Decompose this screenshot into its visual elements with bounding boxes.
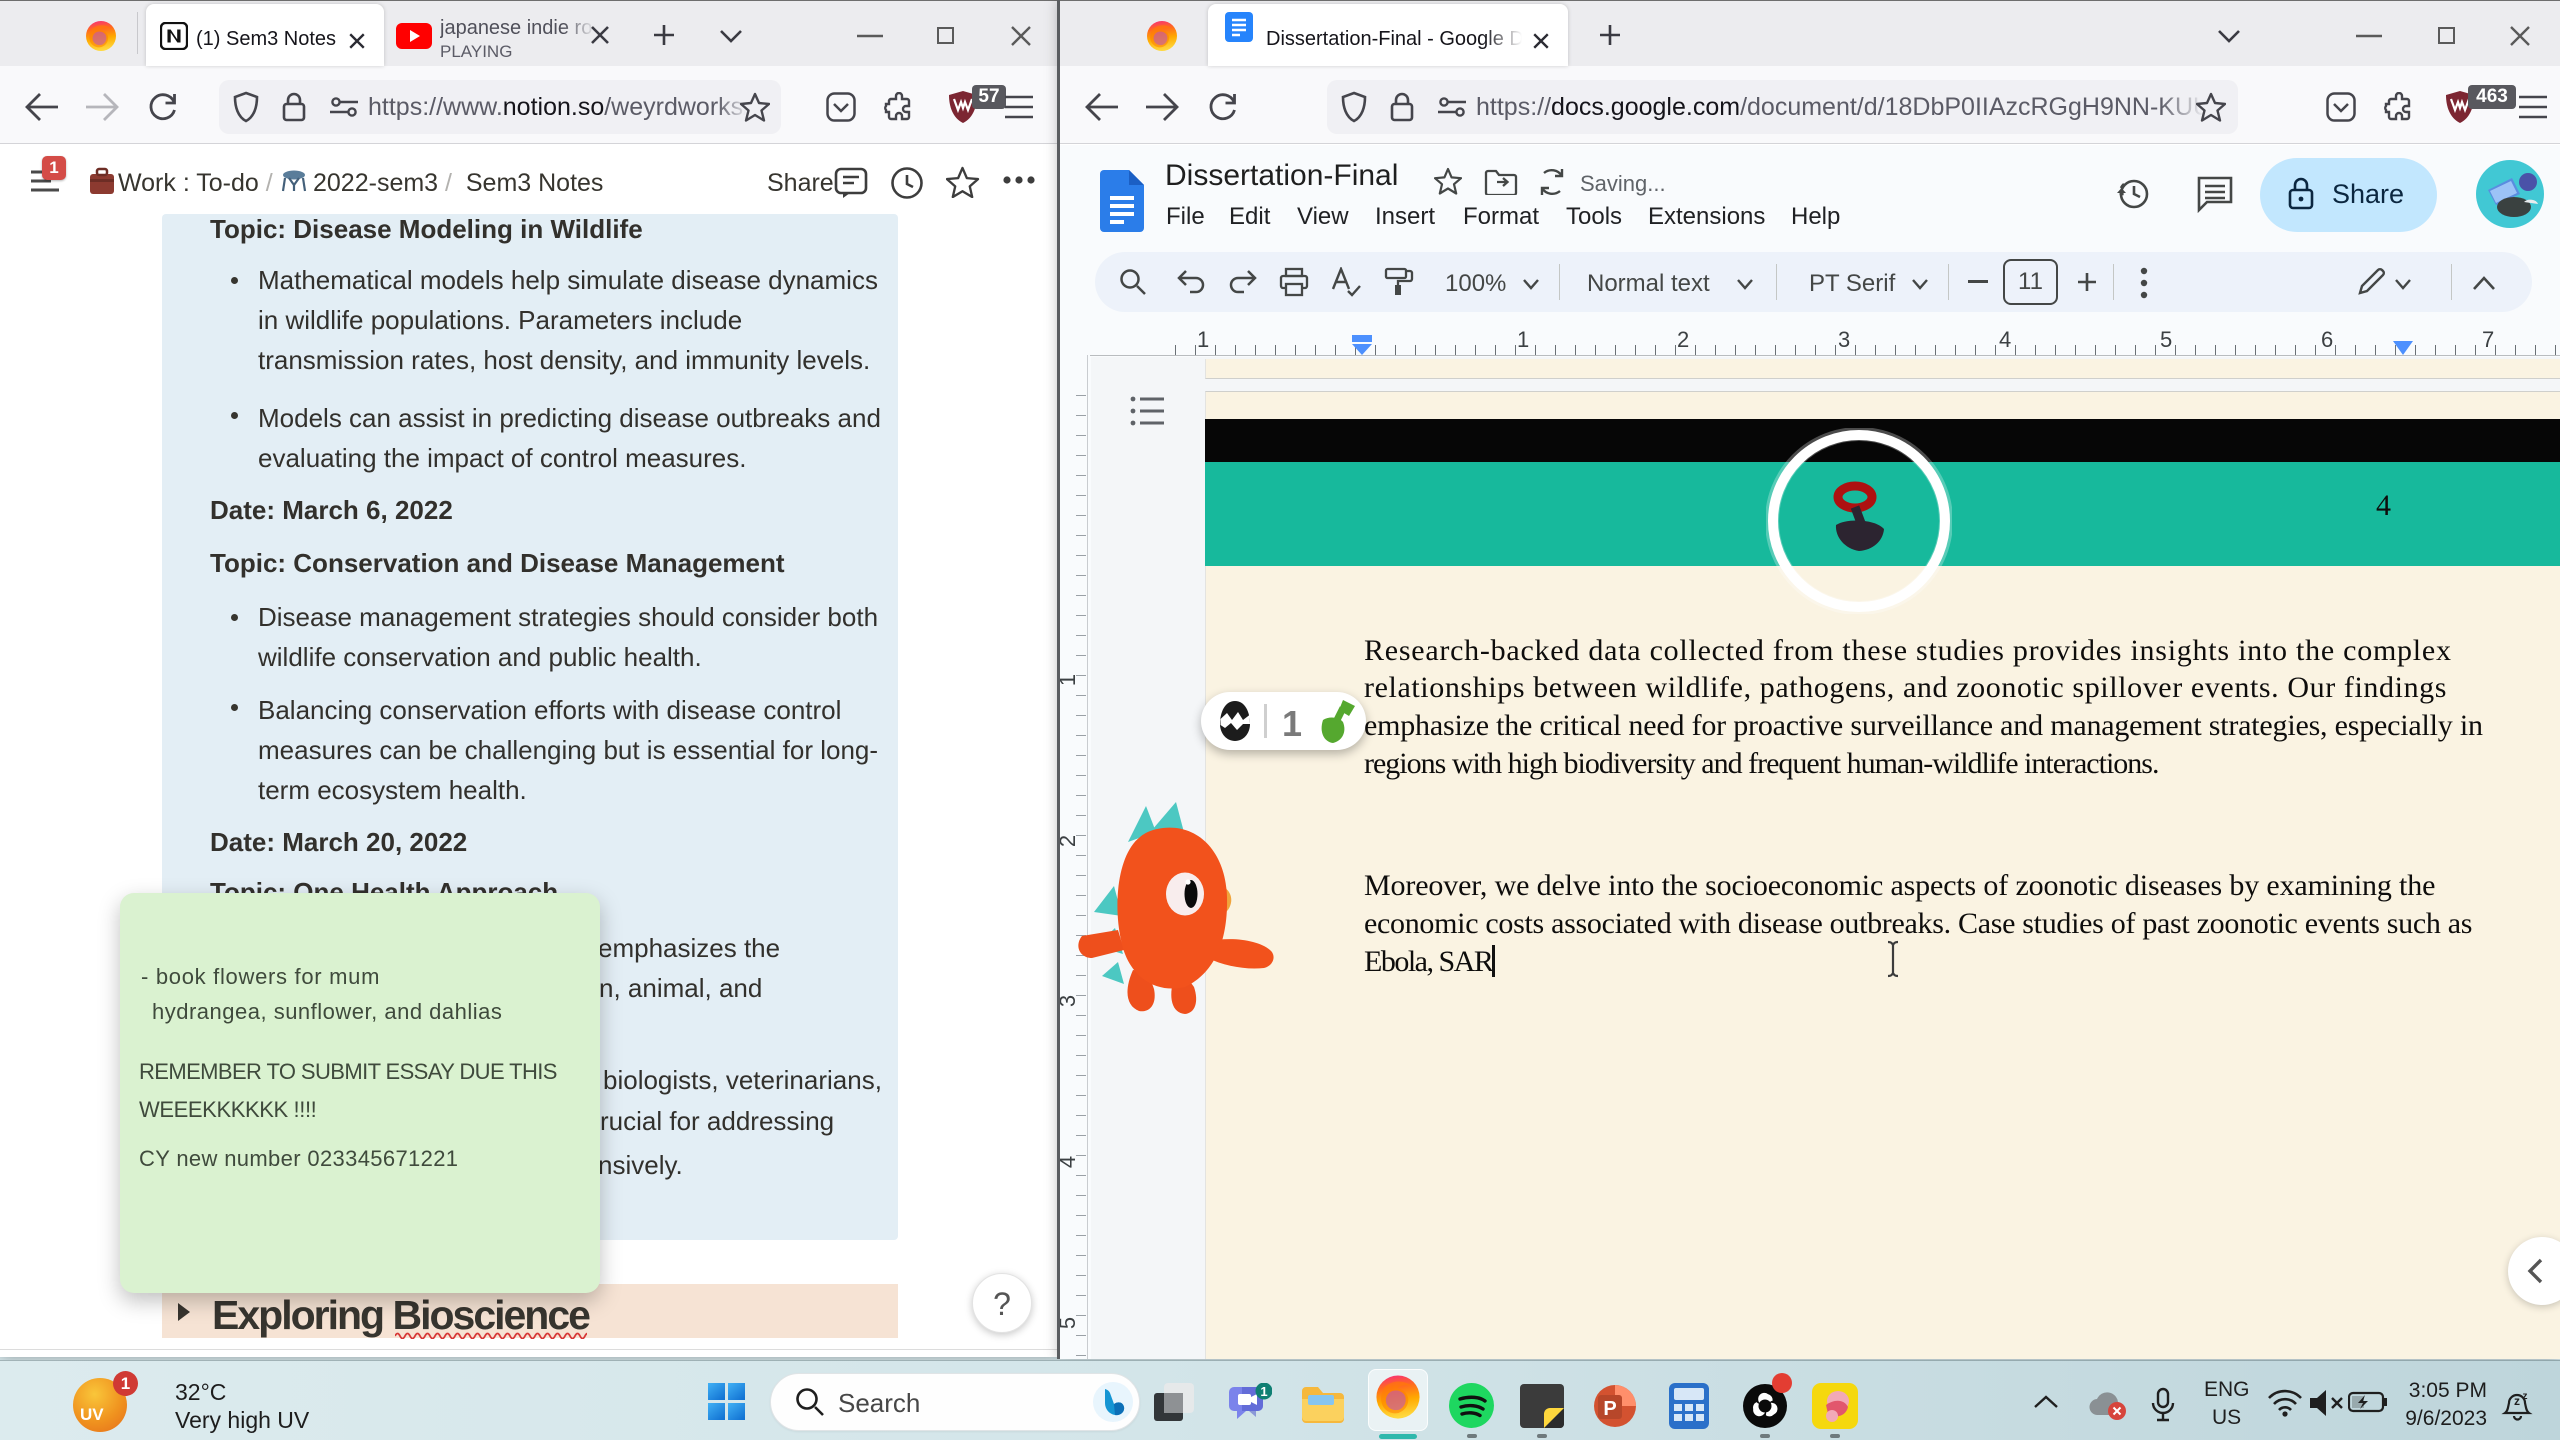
- svg-text:P: P: [1603, 1398, 1616, 1420]
- svg-text:1: 1: [1260, 1384, 1267, 1399]
- svg-text:z: z: [2514, 1394, 2520, 1408]
- svg-text:z: z: [2523, 1391, 2528, 1402]
